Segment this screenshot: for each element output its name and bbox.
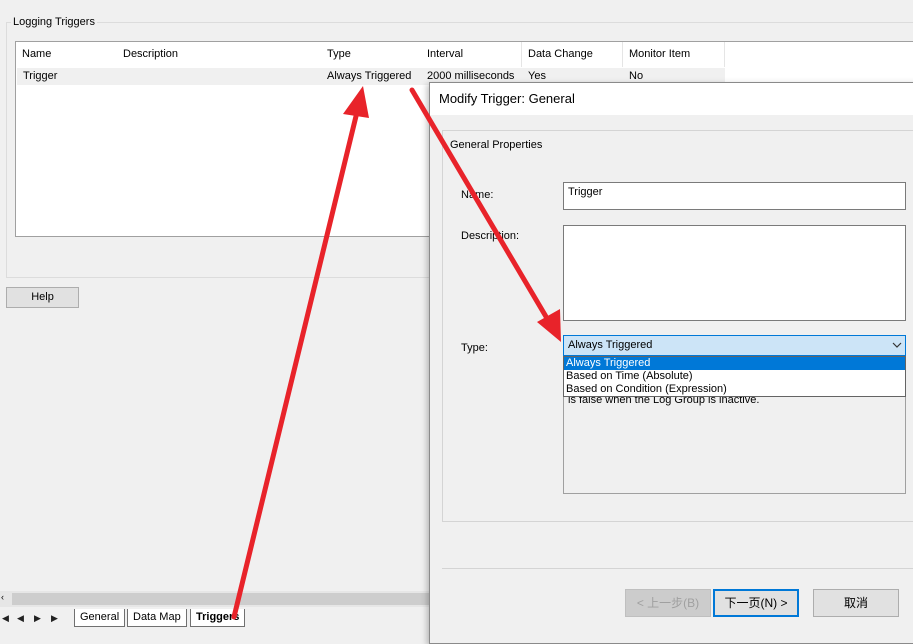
dialog-title: Modify Trigger: General [439, 91, 575, 106]
name-field[interactable]: Trigger [563, 182, 906, 210]
cell-name: Trigger [23, 70, 58, 82]
tab-data-map[interactable]: Data Map [127, 609, 187, 627]
cell-description [117, 68, 123, 85]
tab-general[interactable]: General [74, 609, 126, 627]
column-header-data-change[interactable]: Data Change [522, 42, 623, 67]
column-header-description[interactable]: Description [117, 42, 322, 67]
option-always-triggered[interactable]: Always Triggered [564, 357, 905, 370]
chevron-down-icon[interactable] [890, 338, 904, 352]
column-header-monitor-item[interactable]: Monitor Item [623, 42, 725, 67]
prev-sheet-icon[interactable]: ◀ [17, 610, 24, 626]
dialog-separator [442, 568, 913, 569]
type-combobox[interactable]: Always Triggered [563, 335, 906, 356]
type-label: Type: [461, 342, 488, 354]
description-label: Description: [461, 230, 520, 242]
option-based-on-time[interactable]: Based on Time (Absolute) [566, 370, 693, 383]
scrollbar-thumb[interactable] [12, 593, 430, 605]
column-header-name[interactable]: Name [16, 42, 119, 67]
logging-triggers-label: Logging Triggers [11, 16, 97, 28]
column-header-type[interactable]: Type [321, 42, 422, 67]
first-sheet-icon[interactable]: ◀ [2, 610, 9, 626]
help-button[interactable]: Help [6, 287, 79, 308]
name-label: Name: [461, 189, 494, 201]
scroll-left-icon[interactable]: ‹ [1, 592, 4, 602]
type-description: is false when the Log Group is inactive. [563, 396, 906, 494]
tab-triggers[interactable]: Triggers [190, 609, 246, 627]
option-based-on-condition[interactable]: Based on Condition (Expression) [566, 383, 727, 396]
next-button[interactable]: 下一页(N) > [713, 589, 799, 617]
panel-title: General Properties [450, 139, 543, 151]
description-field[interactable] [563, 225, 906, 321]
last-sheet-icon[interactable]: ▶ [51, 610, 58, 626]
column-header-interval[interactable]: Interval [421, 42, 522, 67]
next-sheet-icon[interactable]: ▶ [34, 610, 41, 626]
cancel-button[interactable]: 取消 [813, 589, 899, 617]
back-button[interactable]: < 上一步(B) [625, 589, 711, 617]
cell-type: Always Triggered [327, 70, 412, 82]
type-description-text: is false when the Log Group is inactive. [568, 396, 760, 406]
